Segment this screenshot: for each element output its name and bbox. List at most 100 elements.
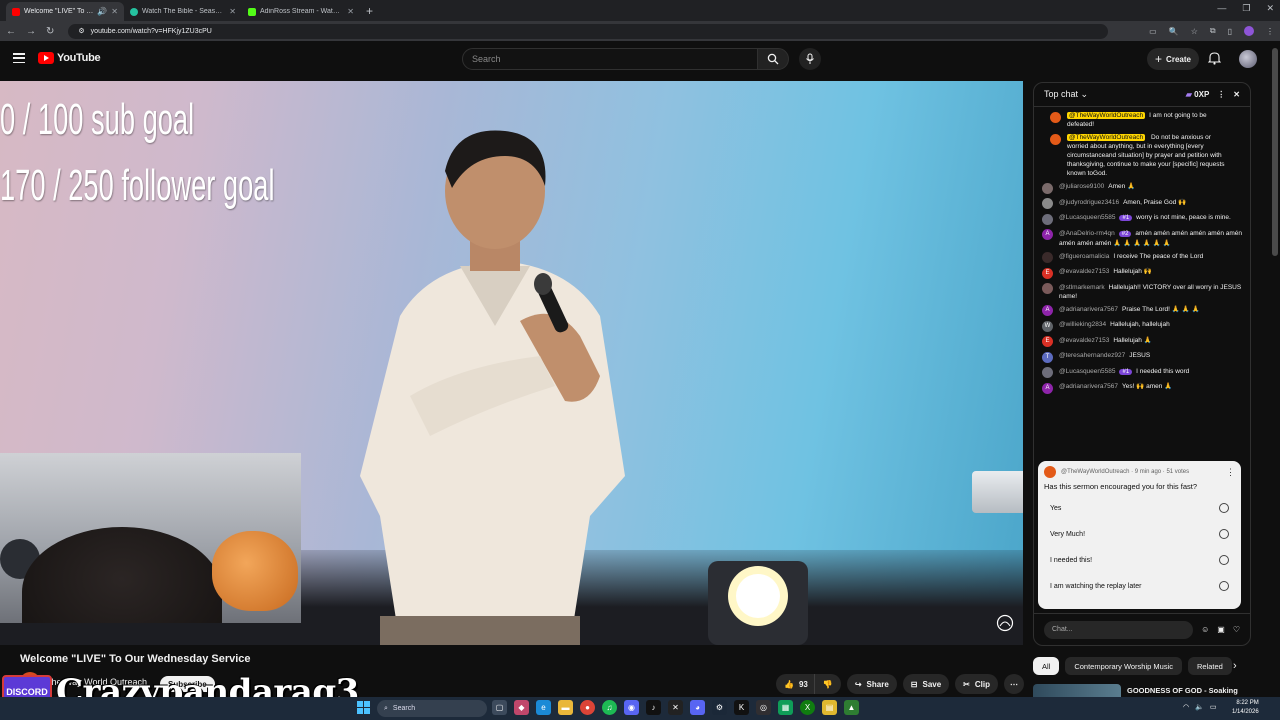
channel-watermark-icon[interactable] [996, 614, 1014, 632]
new-tab-button[interactable]: + [360, 4, 379, 18]
chat-username[interactable]: @teresahernandez927 [1059, 352, 1125, 359]
taskbar-clock[interactable]: 8:22 PM 1/14/2026 [1232, 699, 1259, 717]
tab-watch-the-bible[interactable]: Watch The Bible - Season 1 For ✕ [124, 2, 242, 21]
poll-option[interactable]: I needed this! [1044, 549, 1235, 571]
chat-username[interactable]: @stlmarkemark [1059, 284, 1105, 291]
close-chat-icon[interactable]: ✕ [1233, 90, 1240, 99]
like-button[interactable]: 👍 93 [776, 674, 814, 694]
steam-icon[interactable]: ⚙ [712, 700, 727, 715]
notifications-bell-icon[interactable] [1208, 51, 1221, 65]
chat-username[interactable]: @willieking2834 [1059, 321, 1106, 328]
user-avatar[interactable] [1042, 283, 1053, 294]
user-avatar[interactable]: T [1042, 351, 1053, 363]
wifi-icon[interactable]: ◠ [1183, 703, 1189, 711]
share-button[interactable]: ↪ Share [846, 674, 897, 694]
clip-button[interactable]: ✂ Clip [955, 674, 998, 694]
close-tab-icon[interactable]: ✕ [347, 7, 354, 16]
app-icon[interactable]: ◉ [624, 700, 639, 715]
chat-mode-selector[interactable]: Top chat ⌄ [1044, 89, 1088, 100]
task-view-icon[interactable]: ▢ [492, 700, 507, 715]
file-explorer-icon[interactable]: ▬ [558, 700, 573, 715]
poll-option[interactable]: Very Much! [1044, 523, 1235, 545]
chip-all[interactable]: All [1033, 657, 1060, 675]
bookmark-star-icon[interactable]: ☆ [1191, 27, 1198, 36]
obs-icon[interactable]: ◎ [756, 700, 771, 715]
tab-youtube-live[interactable]: Welcome "LIVE" To Our We 🔊 ✕ [6, 2, 124, 21]
chat-username[interactable]: @TheWayWorldOutreach [1067, 112, 1146, 119]
chat-username[interactable]: @figueroamalicia [1059, 253, 1109, 260]
poll-option[interactable]: Yes [1044, 497, 1235, 519]
chat-username[interactable]: @TheWayWorldOutreach [1067, 134, 1146, 141]
zoom-icon[interactable]: 🔍 [1169, 27, 1179, 36]
user-avatar[interactable] [1042, 252, 1053, 263]
user-avatar[interactable]: A [1042, 305, 1053, 316]
spotify-icon[interactable]: ♫ [602, 700, 617, 715]
chat-username[interactable]: @judyrodriguez3416 [1059, 199, 1119, 206]
chat-menu-icon[interactable]: ⋮ [1217, 90, 1225, 99]
chat-username[interactable]: @adrianarivera7567 [1059, 383, 1118, 390]
sidebar-icon[interactable]: ▯ [1228, 27, 1232, 36]
back-icon[interactable]: ← [6, 26, 16, 37]
account-avatar[interactable] [1239, 50, 1257, 68]
user-avatar[interactable]: W [1042, 320, 1053, 332]
user-avatar[interactable] [1042, 213, 1053, 225]
chip-worship-music[interactable]: Contemporary Worship Music [1065, 657, 1182, 675]
search-input[interactable]: Search [462, 48, 758, 70]
user-avatar[interactable]: E [1042, 336, 1053, 347]
edge-icon[interactable]: e [536, 700, 551, 715]
user-avatar[interactable]: A [1042, 229, 1053, 240]
maximize-icon[interactable]: ❐ [1242, 3, 1250, 14]
youtube-logo[interactable]: YouTube [38, 52, 101, 64]
forward-icon[interactable]: → [26, 26, 36, 37]
xbox-icon[interactable]: X [800, 700, 815, 715]
page-scrollbar[interactable] [1272, 48, 1278, 256]
search-button[interactable] [757, 48, 789, 70]
browser-menu-icon[interactable]: ⋮ [1266, 27, 1274, 36]
chat-username[interactable]: @evavaldez7153 [1059, 268, 1109, 275]
xp-badge[interactable]: ▰ 0XP [1186, 90, 1210, 99]
tab-adinross-stream[interactable]: AdinRoss Stream - Watch Live ✕ [242, 2, 360, 21]
super-chat-icon[interactable]: ▣ [1217, 625, 1225, 634]
battery-icon[interactable]: ▭ [1210, 703, 1217, 711]
user-avatar[interactable] [1042, 198, 1053, 209]
chat-username[interactable]: @juliarose9100 [1059, 183, 1104, 190]
user-avatar[interactable] [1042, 182, 1053, 194]
windows-start-icon[interactable] [357, 701, 370, 714]
capcut-icon[interactable]: ✕ [668, 700, 683, 715]
recommended-title[interactable]: GOODNESS OF GOD - Soaking [1127, 686, 1238, 695]
create-button[interactable]: + Create [1147, 48, 1199, 70]
chevron-right-icon[interactable]: › [1233, 660, 1237, 672]
chat-username[interactable]: @adrianarivera7567 [1059, 306, 1118, 313]
chrome-icon[interactable]: ● [580, 700, 595, 715]
cast-icon[interactable]: ▭ [1149, 27, 1157, 36]
chat-username[interactable]: @Lucasqueen5585 [1059, 214, 1115, 221]
profile-avatar[interactable] [1244, 26, 1254, 36]
minimize-icon[interactable]: — [1217, 3, 1226, 14]
close-tab-icon[interactable]: ✕ [111, 7, 118, 16]
extensions-icon[interactable]: ⧉ [1210, 26, 1216, 36]
volume-icon[interactable]: 🔈 [1195, 703, 1204, 711]
discord-icon[interactable]: ◕ [690, 700, 705, 715]
user-avatar[interactable]: E [1042, 267, 1053, 279]
taskbar-search[interactable]: ⌕ Search [377, 700, 487, 717]
sheets-icon[interactable]: ▦ [778, 700, 793, 715]
menu-icon[interactable] [13, 53, 25, 63]
poll-option[interactable]: I am watching the replay later [1044, 575, 1235, 597]
save-button[interactable]: ⊟ Save [902, 674, 950, 694]
chat-username[interactable]: @evavaldez7153 [1059, 337, 1109, 344]
kick-icon[interactable]: K [734, 700, 749, 715]
chat-username[interactable]: @AnaDelrio-rm4qn [1059, 230, 1115, 237]
chat-username[interactable]: @Lucasqueen5585 [1059, 368, 1115, 375]
user-avatar[interactable]: A [1042, 382, 1053, 394]
heart-icon[interactable]: ♡ [1233, 625, 1240, 634]
dislike-button[interactable]: 👎 [813, 674, 841, 694]
widgets-icon[interactable]: ◆ [514, 700, 529, 715]
chat-input[interactable]: Chat... [1044, 620, 1194, 639]
reload-icon[interactable]: ↻ [46, 26, 54, 37]
app-icon[interactable]: ▤ [822, 700, 837, 715]
chat-message-list[interactable]: @juliarose9100 Amen 🙏 @judyrodriguez3416 Am… [1034, 180, 1250, 396]
app-icon[interactable]: ▲ [844, 700, 859, 715]
poll-menu-icon[interactable]: ⋮ [1226, 467, 1235, 478]
more-actions-button[interactable]: ⋯ [1003, 674, 1024, 694]
user-avatar[interactable] [1042, 367, 1053, 378]
